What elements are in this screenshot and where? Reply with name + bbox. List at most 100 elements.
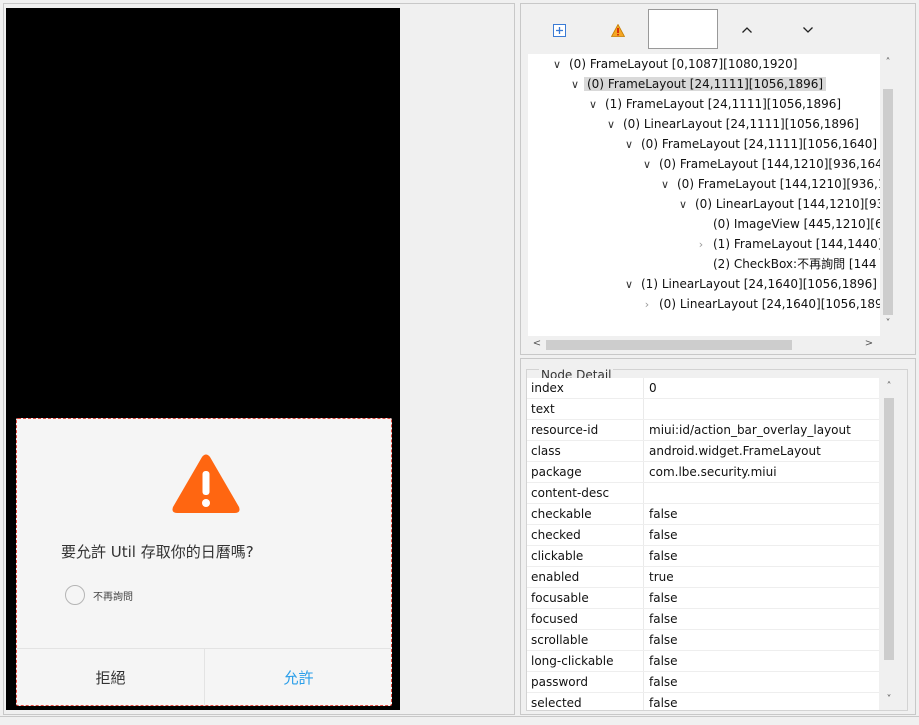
hierarchy-tree[interactable]: ∨ (0) FrameLayout [0,1087][1080,1920] ∨ (0)… <box>528 54 880 336</box>
detail-row[interactable]: checked false <box>527 525 879 546</box>
tree-node[interactable]: ∨ (0) LinearLayout [24,1111][1056,1896] <box>602 114 862 134</box>
tree-node[interactable]: ∨ (0) FrameLayout [24,1111][1056,1640] <box>620 134 880 154</box>
warning-icon[interactable] <box>608 20 628 40</box>
scrollbar-thumb[interactable] <box>884 398 894 660</box>
detail-value[interactable]: false <box>649 630 879 651</box>
tree-node-label: (0) FrameLayout [24,1111][1056,1640] <box>641 137 878 151</box>
detail-row[interactable]: index 0 <box>527 378 879 399</box>
detail-row[interactable]: focusable false <box>527 588 879 609</box>
detail-row[interactable]: resource-id miui:id/action_bar_overlay_la… <box>527 420 879 441</box>
detail-value[interactable]: false <box>649 546 879 567</box>
scroll-down-arrow-icon[interactable]: ˅ <box>882 694 896 705</box>
tree-horizontal-scrollbar[interactable]: < > <box>528 336 880 353</box>
dialog-message: 要允許 Util 存取你的日曆嗎? <box>61 543 254 561</box>
tree-node[interactable]: › (0) LinearLayout [24,1640][1056,1896 <box>638 294 880 314</box>
detail-value[interactable]: android.widget.FrameLayout <box>649 441 879 462</box>
expanded-chevron-icon[interactable]: ∨ <box>674 195 692 215</box>
scrollbar-thumb[interactable] <box>883 89 893 315</box>
detail-key: index <box>531 381 564 395</box>
detail-row[interactable]: enabled true <box>527 567 879 588</box>
tree-node[interactable]: ∨ (0) FrameLayout [0,1087][1080,1920] <box>548 54 800 74</box>
tree-node[interactable]: ∨ (0) FrameLayout [24,1111][1056,1896] <box>566 74 827 95</box>
expanded-chevron-icon[interactable]: ∨ <box>620 275 638 295</box>
tree-node-label: (0) FrameLayout [24,1111][1056,1896] <box>584 77 827 91</box>
detail-value[interactable]: false <box>649 504 879 525</box>
tree-vertical-scrollbar[interactable]: ˄ ˅ <box>880 54 896 336</box>
tree-node[interactable]: (2) CheckBox:不再詢問 [144 <box>692 254 879 274</box>
toolbar <box>521 4 915 54</box>
scroll-left-arrow-icon[interactable]: < <box>530 338 544 349</box>
detail-key: long-clickable <box>531 654 614 668</box>
search-input[interactable] <box>648 9 718 49</box>
detail-row[interactable]: password false <box>527 672 879 693</box>
tree-node[interactable]: (0) ImageView [445,1210][6 <box>692 214 880 234</box>
detail-value[interactable] <box>649 483 879 504</box>
detail-row[interactable]: scrollable false <box>527 630 879 651</box>
detail-value[interactable]: false <box>649 588 879 609</box>
collapsed-chevron-icon[interactable]: › <box>638 295 656 315</box>
detail-value[interactable]: true <box>649 567 879 588</box>
detail-value[interactable]: false <box>649 693 879 710</box>
detail-key: focusable <box>531 591 589 605</box>
detail-value[interactable]: 0 <box>649 378 879 399</box>
node-detail-pane: Node Detail index 0 text resource-id miui:id… <box>520 358 916 715</box>
tree-node[interactable]: ∨ (0) LinearLayout [144,1210][93 <box>674 194 880 214</box>
detail-value[interactable] <box>649 399 879 420</box>
tree-node-label: (0) FrameLayout [0,1087][1080,1920] <box>569 57 798 71</box>
device-screen[interactable]: 要允許 Util 存取你的日曆嗎? 不再詢問 拒絕 允許 <box>6 8 400 710</box>
expanded-chevron-icon[interactable]: ∨ <box>548 55 566 75</box>
detail-row[interactable]: package com.lbe.security.miui <box>527 462 879 483</box>
tree-node[interactable]: ∨ (0) FrameLayout [144,1210][936,1 <box>656 174 880 194</box>
tree-node[interactable]: ∨ (0) FrameLayout [144,1210][936,1640 <box>638 154 880 174</box>
chevron-down-icon[interactable] <box>798 20 818 40</box>
status-strip <box>0 716 919 725</box>
detail-vertical-scrollbar[interactable]: ˄ ˅ <box>881 378 897 710</box>
detail-row[interactable]: checkable false <box>527 504 879 525</box>
detail-key: scrollable <box>531 633 589 647</box>
node-detail-group: Node Detail index 0 text resource-id miui:id… <box>526 368 908 711</box>
checkbox-label: 不再詢問 <box>93 591 133 603</box>
tree-node-label: (0) LinearLayout [24,1640][1056,1896 <box>659 297 880 311</box>
detail-key: clickable <box>531 549 584 563</box>
detail-value[interactable]: false <box>649 672 879 693</box>
allow-button[interactable]: 允許 <box>205 649 392 706</box>
detail-row[interactable]: focused false <box>527 609 879 630</box>
expanded-chevron-icon[interactable]: ∨ <box>656 175 674 195</box>
deny-button[interactable]: 拒絕 <box>17 649 204 706</box>
scroll-up-arrow-icon[interactable]: ˄ <box>882 381 896 392</box>
detail-row[interactable]: clickable false <box>527 546 879 567</box>
collapsed-chevron-icon[interactable]: › <box>692 235 710 255</box>
checkbox-circle[interactable] <box>65 585 85 605</box>
expand-all-icon[interactable] <box>549 20 569 40</box>
expanded-chevron-icon[interactable]: ∨ <box>602 115 620 135</box>
detail-row[interactable]: text <box>527 399 879 420</box>
detail-value[interactable]: false <box>649 525 879 546</box>
detail-value[interactable]: false <box>649 651 879 672</box>
scrollbar-thumb[interactable] <box>546 340 792 350</box>
detail-key: checkable <box>531 507 592 521</box>
detail-row[interactable]: long-clickable false <box>527 651 879 672</box>
detail-key: enabled <box>531 570 580 584</box>
tree-node-label: (0) FrameLayout [144,1210][936,1 <box>677 177 880 191</box>
scroll-down-arrow-icon[interactable]: ˅ <box>881 318 895 329</box>
detail-row[interactable]: class android.widget.FrameLayout <box>527 441 879 462</box>
expanded-chevron-icon[interactable]: ∨ <box>584 95 602 115</box>
tree-node[interactable]: › (1) FrameLayout [144,1440] <box>692 234 880 254</box>
expanded-chevron-icon[interactable]: ∨ <box>566 75 584 95</box>
expanded-chevron-icon[interactable]: ∨ <box>620 135 638 155</box>
warning-icon <box>172 454 240 513</box>
expanded-chevron-icon[interactable]: ∨ <box>638 155 656 175</box>
detail-value[interactable]: miui:id/action_bar_overlay_layout <box>649 420 879 441</box>
detail-row[interactable]: content-desc <box>527 483 879 504</box>
detail-value[interactable]: com.lbe.security.miui <box>649 462 879 483</box>
tree-node[interactable]: ∨ (1) FrameLayout [24,1111][1056,1896] <box>584 94 844 114</box>
dont-ask-again-checkbox[interactable]: 不再詢問 <box>65 585 133 605</box>
detail-value[interactable]: false <box>649 609 879 630</box>
detail-key: checked <box>531 528 581 542</box>
chevron-up-icon[interactable] <box>737 20 757 40</box>
tree-node[interactable]: ∨ (1) LinearLayout [24,1640][1056,1896] <box>620 274 880 294</box>
detail-row[interactable]: selected false <box>527 693 879 710</box>
detail-key: resource-id <box>531 423 599 437</box>
scroll-right-arrow-icon[interactable]: > <box>862 338 876 349</box>
scroll-up-arrow-icon[interactable]: ˄ <box>881 57 895 68</box>
